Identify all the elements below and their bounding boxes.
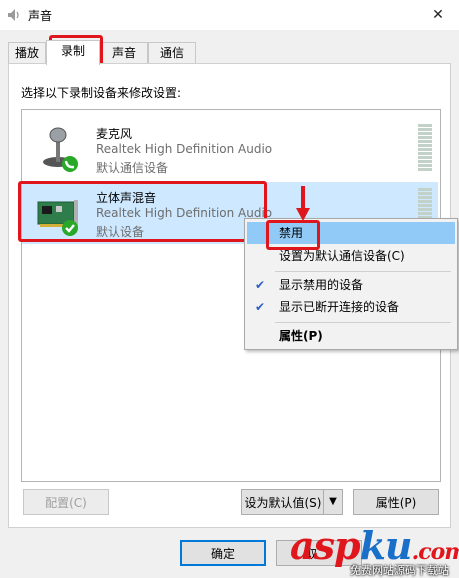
ok-button[interactable]: 确定 xyxy=(180,540,266,566)
device-status: 默认通信设备 xyxy=(96,161,169,175)
speaker-icon xyxy=(8,9,19,21)
level-meter xyxy=(418,124,432,174)
instruction-text: 选择以下录制设备来修改设置: xyxy=(21,86,182,100)
annotation-arrow-icon xyxy=(296,186,310,221)
device-name: 麦克风 xyxy=(96,127,133,141)
menu-item-label: 显示禁用的设备 xyxy=(279,278,364,292)
check-icon: ✔ xyxy=(255,300,266,314)
set-default-button[interactable]: 设为默认值(S) ▼ xyxy=(241,489,343,515)
menu-separator xyxy=(275,271,451,272)
menu-separator xyxy=(275,322,451,323)
close-button[interactable]: ✕ xyxy=(425,2,451,28)
menu-annotation-box xyxy=(266,220,320,250)
tab-playback[interactable]: 播放 xyxy=(8,42,46,63)
menu-item-label: 显示已断开连接的设备 xyxy=(279,300,400,314)
tab-sounds[interactable]: 声音 xyxy=(100,42,148,63)
phone-badge-icon xyxy=(62,156,78,172)
menu-item-show-disabled[interactable]: ✔ 显示禁用的设备 xyxy=(247,274,455,296)
device-description: Realtek High Definition Audio xyxy=(96,142,273,156)
menu-item-label: 属性(P) xyxy=(279,329,323,343)
check-icon: ✔ xyxy=(255,278,266,292)
window-title: 声音 xyxy=(28,9,53,23)
menu-item-show-disconnected[interactable]: ✔ 显示已断开连接的设备 xyxy=(247,296,455,318)
microphone-icon xyxy=(43,127,78,172)
watermark-logo: aspku.com 免费网站源码下载站 xyxy=(290,524,459,578)
configure-button[interactable]: 配置(C) xyxy=(23,489,109,515)
menu-item-properties[interactable]: 属性(P) xyxy=(247,325,455,347)
set-default-label: 设为默认值(S) xyxy=(244,496,322,510)
tab-communications[interactable]: 通信 xyxy=(148,42,196,63)
chevron-down-icon[interactable]: ▼ xyxy=(323,490,342,514)
title-bar: 声音 ✕ xyxy=(0,0,459,30)
tab-recording[interactable]: 录制 xyxy=(46,40,100,65)
device-microphone[interactable]: 麦克风 Realtek High Definition Audio 默认通信设备 xyxy=(22,118,438,180)
device-annotation-box xyxy=(18,181,267,242)
properties-button[interactable]: 属性(P) xyxy=(353,489,439,515)
